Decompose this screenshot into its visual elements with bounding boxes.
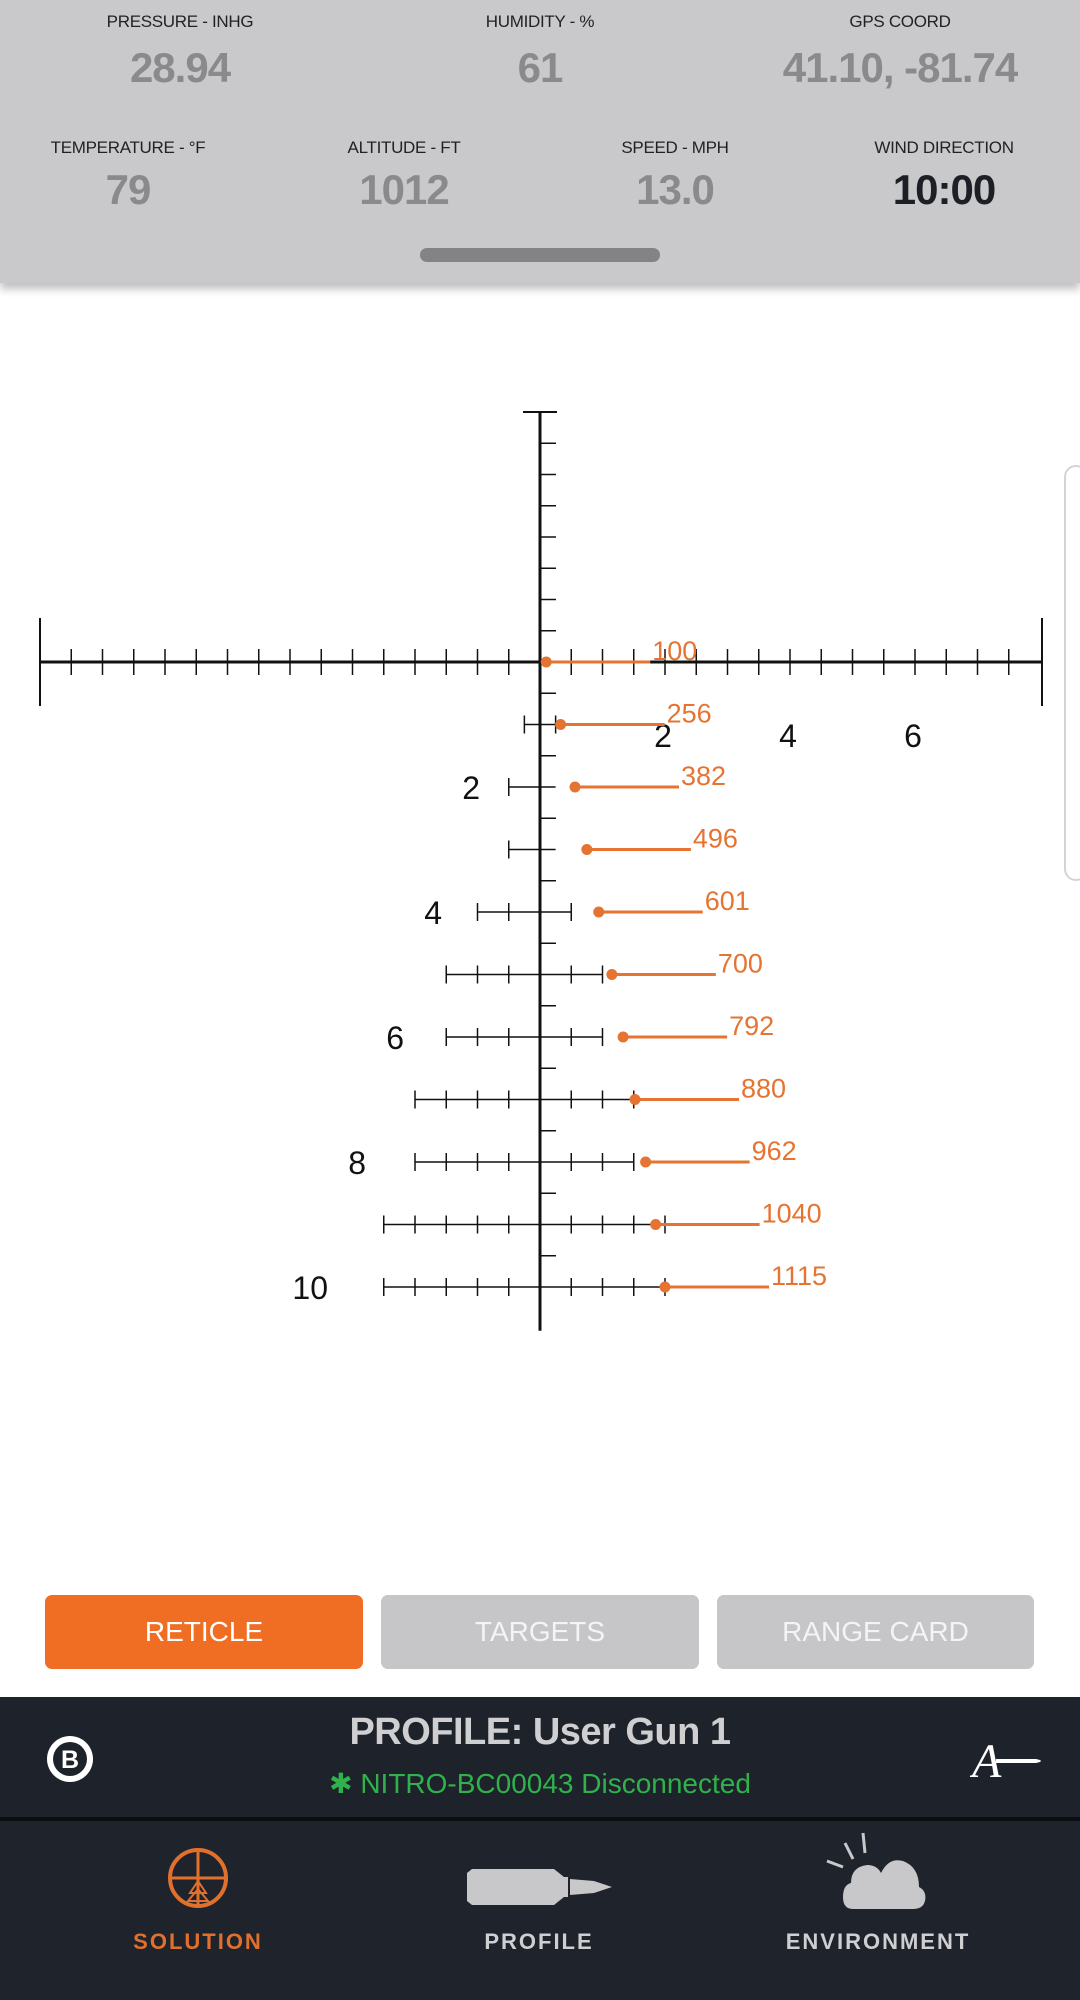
hold-point: [555, 719, 567, 730]
hold-range-label: 700: [718, 949, 763, 979]
weather-icon: [826, 1832, 926, 1909]
wind-direction-value[interactable]: 10:00: [874, 166, 1013, 214]
temperature-label: TEMPERATURE - °F: [50, 138, 206, 157]
temperature-value: 79: [105, 166, 152, 213]
wind-direction-readout[interactable]: WIND DIRECTION 10:00: [874, 138, 1014, 214]
humidity-label: HUMIDITY - %: [485, 12, 595, 31]
nav-environment[interactable]: ENVIRONMENT: [728, 1821, 1028, 2000]
nav-solution[interactable]: SOLUTION: [48, 1821, 348, 2000]
hold-range-label: 601: [705, 886, 750, 916]
hold-point: [617, 1031, 629, 1043]
hold-point: [540, 656, 552, 668]
hold-range-label: 100: [652, 636, 697, 666]
hold-range-label: 880: [741, 1074, 786, 1104]
elevation-axis-label: 10: [292, 1270, 328, 1306]
wind-direction-label: WIND DIRECTION: [874, 138, 1014, 157]
hold-point: [606, 969, 618, 980]
hold-range-label: 496: [693, 824, 738, 854]
profile-bar: B PROFILE: User Gun 1 ✱ NITRO-BC00043 Di…: [0, 1697, 1080, 1817]
altitude-readout: ALTITUDE - FT 1012: [348, 138, 461, 214]
reticle-icon: [168, 1848, 228, 1908]
altitude-label: ALTITUDE - FT: [347, 138, 461, 157]
pressure-readout: PRESSURE - INHG 28.94: [107, 12, 254, 92]
gps-readout: GPS COORD 41.10, -81.74: [782, 12, 1019, 92]
connection-status-text: NITRO-BC00043 Disconnected: [360, 1768, 751, 1799]
profile-title[interactable]: PROFILE: User Gun 1: [0, 1711, 1080, 1754]
tab-reticle[interactable]: RETICLE: [45, 1595, 363, 1669]
windage-axis-label: 6: [904, 718, 922, 754]
elevation-axis-label: 8: [348, 1145, 366, 1181]
elevation-axis-label: 4: [424, 895, 442, 931]
bottom-nav: SOLUTION PROFILE ENVIRONMENT: [0, 1821, 1080, 2000]
hold-point: [650, 1219, 662, 1230]
elevation-axis-label: 6: [386, 1020, 404, 1056]
humidity-value: 61: [517, 44, 564, 91]
speed-label: SPEED - MPH: [621, 138, 729, 157]
gps-value: 41.10, -81.74: [782, 44, 1019, 91]
hold-point: [569, 781, 581, 793]
windage-axis-label: 4: [779, 718, 797, 754]
bluetooth-icon: ✱: [329, 1768, 353, 1799]
hold-point: [581, 844, 593, 855]
hold-point: [659, 1281, 671, 1293]
speed-value: 13.0: [636, 166, 715, 213]
hold-range-label: 1115: [771, 1261, 827, 1291]
environment-panel: PRESSURE - INHG 28.94 HUMIDITY - % 61 GP…: [0, 0, 1080, 283]
connection-status[interactable]: ✱ NITRO-BC00043 Disconnected: [0, 1767, 1080, 1800]
altitude-value: 1012: [359, 166, 449, 213]
nav-solution-label: SOLUTION: [133, 1929, 263, 1954]
hold-range-label: 256: [667, 699, 712, 729]
applied-ballistics-logo-icon: A: [970, 1735, 1041, 1785]
nav-profile[interactable]: PROFILE: [389, 1821, 689, 2000]
speed-readout: SPEED - MPH 13.0: [621, 138, 729, 214]
hold-range-label: 962: [752, 1136, 797, 1166]
humidity-readout: HUMIDITY - % 61: [485, 12, 595, 92]
nav-environment-label: ENVIRONMENT: [785, 1929, 971, 1954]
pressure-label: PRESSURE - INHG: [106, 12, 254, 31]
temperature-readout: TEMPERATURE - °F 79: [51, 138, 206, 214]
tab-range-card[interactable]: RANGE CARD: [717, 1595, 1034, 1669]
hold-range-label: 1040: [762, 1199, 822, 1229]
hold-range-label: 382: [681, 761, 726, 791]
gps-label: GPS COORD: [849, 12, 951, 31]
panel-drag-handle[interactable]: [420, 248, 660, 262]
tab-targets[interactable]: TARGETS: [381, 1595, 699, 1669]
nav-profile-label: PROFILE: [484, 1929, 594, 1954]
elevation-axis-label: 2: [462, 770, 480, 806]
bullet-icon: [467, 1869, 612, 1905]
pressure-value: 28.94: [129, 44, 231, 91]
hold-point: [593, 906, 605, 918]
hold-range-label: 792: [729, 1011, 774, 1041]
hold-point: [640, 1156, 652, 1168]
hold-point: [629, 1094, 641, 1105]
